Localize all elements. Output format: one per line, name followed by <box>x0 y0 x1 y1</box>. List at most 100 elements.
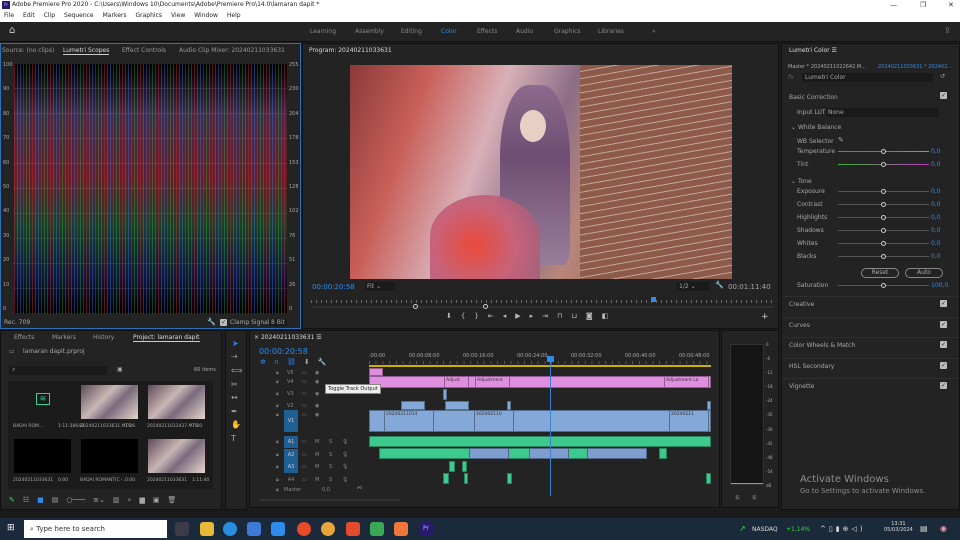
home-icon[interactable]: ⌂ <box>9 25 15 36</box>
lock-icon[interactable]: 🔒︎ <box>276 412 279 418</box>
step-back-button[interactable]: ◂ <box>503 312 507 320</box>
clamp-signal-checkbox[interactable]: ✓ <box>220 319 227 326</box>
solo-left-button[interactable]: S <box>735 495 740 500</box>
section-1[interactable]: Curves <box>789 322 810 329</box>
tab-project[interactable]: Project: lamaran dapit <box>133 334 200 342</box>
workspace-graphics[interactable]: Graphics <box>554 28 581 35</box>
step-forward-button[interactable]: ▸ <box>530 312 534 320</box>
google-drive-icon[interactable] <box>370 522 384 536</box>
menu-edit[interactable]: Edit <box>23 10 35 22</box>
workspace-learning[interactable]: Learning <box>310 28 336 35</box>
audio-clip-a2[interactable] <box>469 448 509 459</box>
settings-wrench-icon[interactable]: 🔧 <box>715 281 724 289</box>
toggle-sync-icon[interactable]: ▭ <box>302 412 307 418</box>
audio-clip-a4[interactable] <box>464 473 468 484</box>
audio-clip-a4[interactable] <box>443 473 449 484</box>
workspace-editing[interactable]: Editing <box>401 28 422 35</box>
play-button[interactable]: ▶ <box>515 312 520 320</box>
audio-thumbnail[interactable]: ≋ <box>14 385 71 419</box>
stock-name[interactable]: NASDAQ <box>752 526 778 533</box>
audio-track-header-a4[interactable]: 🔒︎ A4 ▭ M S 🎙︎ <box>250 474 368 486</box>
section-0-checkbox[interactable]: ✓ <box>940 300 947 307</box>
widget-icon[interactable]: ◉ <box>940 524 947 533</box>
freeform-view-icon[interactable]: ▤ <box>52 496 59 505</box>
pen-tool-icon[interactable]: ✒ <box>231 407 238 416</box>
audio-track-header-a2[interactable]: 🔒︎ A2 ▭ M S 🎙︎ <box>250 448 368 461</box>
lift-button[interactable]: ⊓ <box>557 312 562 320</box>
track-label[interactable]: V3 <box>287 391 294 397</box>
track-label[interactable]: V1 <box>284 410 298 432</box>
share-icon[interactable]: ⇪ <box>944 26 951 35</box>
audio-track-header-a1[interactable]: 🔒︎ A1 ▭ M S 🎙︎ <box>250 436 368 448</box>
shadows-value[interactable]: 0,0 <box>931 227 941 234</box>
menu-help[interactable]: Help <box>227 10 241 22</box>
trash-icon[interactable]: 🗑 <box>167 496 176 505</box>
lock-icon[interactable]: 🔒︎ <box>276 477 279 483</box>
solo-button[interactable]: S <box>329 439 332 445</box>
saturation-value[interactable]: 100,0 <box>931 282 948 289</box>
mark-in-button[interactable]: { <box>461 312 465 320</box>
adjustment-clip[interactable]: Adjust <box>444 376 469 388</box>
sequence-clip-selector[interactable]: 20240211033631 * 202402... <box>878 64 952 70</box>
find-icon[interactable]: ⌕ <box>128 496 132 505</box>
workspace-color[interactable]: Color <box>441 28 457 35</box>
menu-clip[interactable]: Clip <box>44 10 55 22</box>
lock-icon[interactable]: 🔒︎ <box>276 403 279 409</box>
lock-icon[interactable]: 🔒︎ <box>276 464 279 470</box>
track-label[interactable]: A2 <box>284 448 298 461</box>
highlights-value[interactable]: 0,0 <box>931 214 941 221</box>
menu-markers[interactable]: Markers <box>103 10 127 22</box>
audio-clip-a1[interactable] <box>369 436 711 447</box>
clock[interactable]: 13:31 05/03/2024 <box>884 521 913 533</box>
program-timecode[interactable]: 00:00:20:58 <box>312 283 355 291</box>
workspace-audio[interactable]: Audio <box>516 28 533 35</box>
menu-file[interactable]: File <box>4 10 14 22</box>
mail-icon[interactable] <box>271 522 285 536</box>
tab-effects[interactable]: Effects <box>14 334 34 341</box>
temperature-value[interactable]: 0,0 <box>931 148 941 155</box>
clip-v2[interactable] <box>507 401 511 410</box>
microphone-icon[interactable]: 🎙︎ <box>342 439 348 445</box>
effect-dropdown[interactable]: Lumetri Color <box>802 73 933 82</box>
toggle-sync-icon[interactable]: ▭ <box>302 403 307 409</box>
lock-icon[interactable]: 🔒︎ <box>276 391 279 397</box>
task-view-icon[interactable] <box>175 522 189 536</box>
audio-clip-a2[interactable] <box>659 448 667 459</box>
contrast-slider[interactable] <box>838 202 929 207</box>
button-editor-plus-icon[interactable]: + <box>761 312 769 322</box>
clip-thumbnail[interactable] <box>81 385 138 419</box>
timeline-timecode[interactable]: 00:00:20:58 <box>259 347 308 356</box>
audio-clip-a3[interactable] <box>449 461 455 472</box>
toggle-sync-icon[interactable]: ▭ <box>302 452 307 458</box>
audio-clip-a4[interactable] <box>507 473 512 484</box>
clip-thumbnail[interactable] <box>148 439 205 473</box>
store-icon[interactable] <box>247 522 261 536</box>
tint-slider[interactable] <box>838 162 929 167</box>
mark-out-button[interactable]: } <box>474 312 478 320</box>
project-search-input[interactable]: ⌕ <box>9 366 107 375</box>
clip-v3[interactable] <box>443 389 447 400</box>
toggle-sync-icon[interactable]: ▭ <box>302 379 307 385</box>
app-icon[interactable] <box>394 522 408 536</box>
section-2-checkbox[interactable]: ✓ <box>940 341 947 348</box>
lock-icon[interactable]: 🔒︎ <box>276 487 279 493</box>
mute-button[interactable]: M <box>315 477 319 483</box>
solo-button[interactable]: S <box>329 464 332 470</box>
nest-icon[interactable]: ✲ <box>260 358 266 366</box>
tint-value[interactable]: 0,0 <box>931 161 941 168</box>
section-4[interactable]: Vignette <box>789 383 814 390</box>
program-playhead[interactable] <box>651 297 657 302</box>
shadows-slider[interactable] <box>838 228 929 233</box>
track-label[interactable]: A4 <box>284 474 298 486</box>
exposure-value[interactable]: 0,0 <box>931 188 941 195</box>
mute-button[interactable]: M <box>315 452 319 458</box>
snap-magnet-icon[interactable]: ∩ <box>274 358 279 366</box>
track-select-tool-icon[interactable]: ⇢ <box>231 352 238 361</box>
tab-lumetri-scopes[interactable]: Lumetri Scopes <box>63 47 110 55</box>
lock-icon[interactable]: 🔒︎ <box>276 379 279 385</box>
tab-history[interactable]: History <box>93 334 114 341</box>
tab-source[interactable]: Source: (no clips) <box>2 47 54 54</box>
file-explorer-icon[interactable] <box>200 522 214 536</box>
microphone-icon[interactable]: 🎙︎ <box>342 464 348 470</box>
eye-icon[interactable]: ◉ <box>315 391 319 397</box>
